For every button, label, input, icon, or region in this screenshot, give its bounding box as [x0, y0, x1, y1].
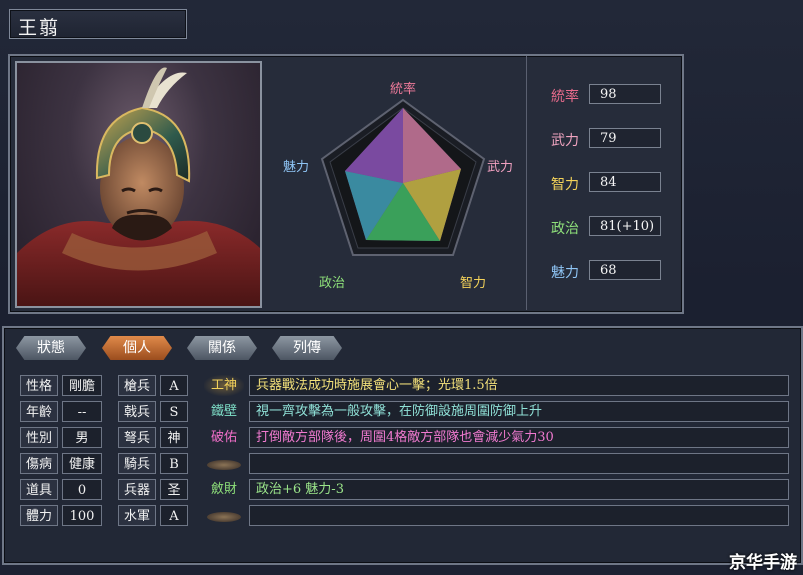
stat-value: 79 [589, 128, 661, 148]
radar-label-zhi: 智力 [460, 276, 486, 291]
attr-key: 體力 [20, 505, 58, 526]
attr-value: 100 [62, 505, 102, 526]
skill-description-empty [249, 453, 789, 474]
radar-chart: 統率 武力 智力 政治 魅力 [283, 81, 513, 291]
troop-type: 水軍 [118, 505, 156, 526]
tab-biography[interactable]: 列傳 [272, 336, 342, 360]
empty-skill-slot-icon [207, 512, 241, 522]
stat-row-tong: 統率 98 [547, 84, 677, 106]
attr-value: 0 [62, 479, 102, 500]
attr-key: 性格 [20, 375, 58, 396]
stat-value: 84 [589, 172, 661, 192]
attr-key: 性別 [20, 427, 58, 448]
skill-name[interactable]: 斂財 [204, 479, 244, 500]
detail-panel: 狀態 個人 關係 列傳 性格 剛膽 年齡 -- 性別 男 傷病 健康 道具 0 … [2, 326, 803, 565]
profile-panel: 統率 武力 智力 政治 魅力 統率 98 武力 79 智力 84 政治 81(+… [8, 54, 684, 314]
troop-grade: A [160, 505, 188, 526]
portrait-illustration [17, 67, 260, 306]
watermark: 京华手游 [729, 553, 797, 573]
troop-type: 槍兵 [118, 375, 156, 396]
radar-label-mei: 魅力 [283, 160, 309, 175]
stat-value: 81(+10) [589, 216, 661, 236]
troop-type: 騎兵 [118, 453, 156, 474]
tab-personal[interactable]: 個人 [102, 336, 172, 360]
stat-row-zheng: 政治 81(+10) [547, 216, 677, 238]
skill-description: 政治+6 魅力-3 [249, 479, 789, 500]
stat-column: 統率 98 武力 79 智力 84 政治 81(+10) 魅力 68 [526, 56, 682, 310]
attr-value: 健康 [62, 453, 102, 474]
troop-grade: 神 [160, 427, 188, 448]
skill-name[interactable]: 破佑 [204, 427, 244, 448]
troop-grade: S [160, 401, 188, 422]
troop-type: 戟兵 [118, 401, 156, 422]
empty-skill-slot-icon [207, 460, 241, 470]
stat-label: 武力 [551, 133, 579, 149]
attr-key: 年齡 [20, 401, 58, 422]
stat-label: 政治 [551, 221, 579, 237]
skill-name[interactable]: 鐵壁 [204, 401, 244, 422]
tab-relations[interactable]: 關係 [187, 336, 257, 360]
attr-key: 道具 [20, 479, 58, 500]
stat-row-mei: 魅力 68 [547, 260, 677, 282]
general-portrait [15, 61, 262, 308]
stat-row-wu: 武力 79 [547, 128, 677, 150]
stat-value: 98 [589, 84, 661, 104]
skill-description: 視一齊攻擊為一般攻擊，在防御設施周圍防御上升 [249, 401, 789, 422]
troop-type: 兵器 [118, 479, 156, 500]
skill-name[interactable]: 工神 [204, 375, 244, 396]
stat-label: 統率 [551, 89, 579, 105]
skill-description: 兵器戰法成功時施展會心一擊；光環1.5倍 [249, 375, 789, 396]
attr-value: 男 [62, 427, 102, 448]
stat-value: 68 [589, 260, 661, 280]
general-name-box: 王翦 [9, 9, 187, 39]
general-name: 王翦 [18, 17, 61, 39]
ability-radar: 統率 武力 智力 政治 魅力 [268, 56, 523, 310]
radar-label-tong: 統率 [390, 81, 416, 97]
stat-label: 魅力 [551, 265, 579, 281]
attr-value: -- [62, 401, 102, 422]
attr-value: 剛膽 [62, 375, 102, 396]
troop-grade: A [160, 375, 188, 396]
attr-key: 傷病 [20, 453, 58, 474]
skill-description-empty [249, 505, 789, 526]
radar-label-wu: 武力 [487, 160, 513, 175]
tab-status[interactable]: 狀態 [16, 336, 86, 360]
radar-label-zheng: 政治 [319, 276, 345, 291]
stat-label: 智力 [551, 177, 579, 193]
troop-type: 弩兵 [118, 427, 156, 448]
troop-grade: B [160, 453, 188, 474]
stat-row-zhi: 智力 84 [547, 172, 677, 194]
skill-description: 打倒敵方部隊後，周圍4格敵方部隊也會減少氣力30 [249, 427, 789, 448]
troop-grade: 圣 [160, 479, 188, 500]
radar-value-shape [345, 108, 461, 241]
